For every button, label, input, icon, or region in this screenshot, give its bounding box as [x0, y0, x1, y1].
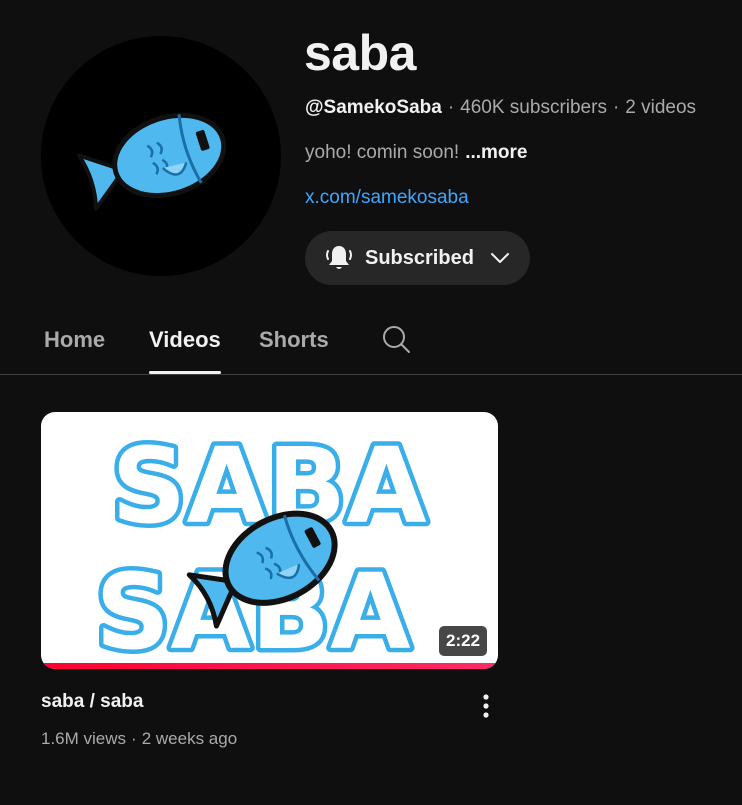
description-text: yoho! comin soon! — [305, 142, 460, 163]
separator: · — [612, 97, 620, 118]
separator: · — [131, 729, 137, 748]
tab-videos[interactable]: Videos — [149, 300, 221, 374]
video-duration: 2:22 — [439, 626, 488, 656]
channel-name: saba — [304, 25, 416, 81]
fish-icon — [76, 112, 227, 211]
video-title[interactable]: saba / saba — [41, 689, 143, 715]
channel-meta: @SamekoSaba · 460K subscribers · 2 videos — [305, 96, 696, 120]
tab-home[interactable]: Home — [44, 300, 105, 374]
more-vert-icon[interactable] — [470, 690, 502, 722]
search-icon[interactable] — [381, 324, 411, 354]
channel-tabs: Home Videos Shorts — [0, 300, 742, 375]
bell-icon — [323, 242, 355, 274]
channel-description: yoho! comin soon! ...more — [305, 141, 528, 165]
channel-handle[interactable]: @SamekoSaba — [305, 97, 442, 118]
channel-avatar[interactable] — [41, 36, 281, 276]
subscriber-count: 460K subscribers — [460, 97, 607, 118]
subscribed-label: Subscribed — [365, 246, 474, 269]
view-count: 1.6M views — [41, 729, 127, 748]
watch-progress-bar — [41, 663, 498, 669]
subscribed-button[interactable]: Subscribed — [305, 231, 530, 285]
tab-shorts[interactable]: Shorts — [259, 300, 329, 374]
more-link[interactable]: ...more — [465, 142, 527, 163]
video-metadata: 1.6M views · 2 weeks ago — [41, 727, 237, 751]
upload-age: 2 weeks ago — [141, 729, 238, 748]
thumbnail-art: SABA SABA — [91, 421, 431, 670]
channel-link[interactable]: x.com/samekosaba — [305, 186, 469, 210]
video-count: 2 videos — [625, 97, 697, 118]
video-thumbnail[interactable]: SABA SABA — [41, 412, 498, 669]
separator: · — [447, 97, 455, 118]
chevron-down-icon — [488, 246, 512, 270]
